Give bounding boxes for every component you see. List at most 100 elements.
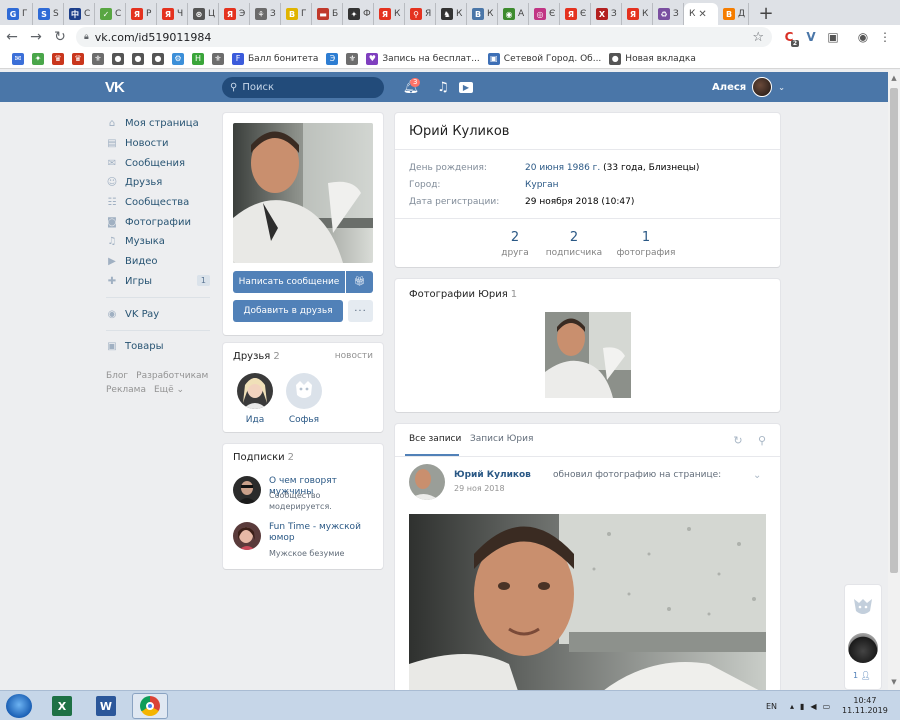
bookmark-item[interactable]: ✦ bbox=[28, 50, 48, 68]
send-message-button[interactable]: Написать сообщение bbox=[233, 271, 345, 293]
bookmark-item[interactable]: ♥ Запись на бесплат... bbox=[362, 50, 483, 68]
bookmark-item[interactable]: ● bbox=[148, 50, 168, 68]
browser-tab[interactable]: 中С bbox=[64, 3, 95, 25]
browser-tab[interactable]: ЯЭ bbox=[219, 3, 250, 25]
browser-tab[interactable]: ЯК bbox=[622, 3, 653, 25]
network-icon[interactable]: ▮ bbox=[800, 702, 804, 711]
bookmark-item[interactable]: ⚜ bbox=[208, 50, 228, 68]
footer-link-ads[interactable]: Реклама bbox=[106, 383, 146, 397]
sidebar-item[interactable]: ✉ Сообщения bbox=[106, 153, 212, 173]
browser-tab[interactable]: ◎ Є bbox=[529, 3, 560, 25]
sidebar-item[interactable]: ☺ Друзья bbox=[106, 173, 212, 193]
post-photo[interactable] bbox=[409, 514, 766, 692]
close-tab-icon[interactable]: ✕ bbox=[698, 9, 706, 20]
power-icon[interactable]: ▭ bbox=[823, 702, 831, 711]
subscriptions-header[interactable]: Подписки 2 bbox=[233, 452, 294, 463]
scroll-down-icon[interactable]: ▼ bbox=[888, 676, 900, 688]
forward-button[interactable]: → bbox=[24, 25, 48, 49]
refresh-icon[interactable]: ↻ bbox=[731, 433, 745, 447]
sidebar-item[interactable]: ⌂ Моя страница bbox=[106, 114, 212, 134]
footer-link-developers[interactable]: Разработчикам bbox=[136, 369, 208, 383]
browser-tab[interactable]: ЯЄ bbox=[560, 3, 591, 25]
tab-extension-icon[interactable]: ▣ bbox=[822, 26, 844, 48]
tray-expand-icon[interactable]: ▴ bbox=[790, 702, 794, 711]
sidebar-item-vkpay[interactable]: ◉ VK Pay bbox=[106, 304, 212, 324]
scrollbar-thumb[interactable] bbox=[890, 88, 898, 573]
browser-tab[interactable]: ✦ Ф bbox=[343, 3, 374, 25]
profile-icon[interactable]: ◉ bbox=[852, 26, 874, 48]
page-scrollbar[interactable]: ▲ ▼ bbox=[888, 70, 900, 690]
taskbar-chrome[interactable] bbox=[132, 693, 168, 719]
profile-photo[interactable] bbox=[233, 123, 373, 263]
search-input[interactable] bbox=[242, 82, 373, 93]
sidebar-item[interactable]: ☷ Сообщества bbox=[106, 193, 212, 213]
browser-tab[interactable]: XЗ bbox=[591, 3, 622, 25]
sidebar-item[interactable]: ◙ Фотографии bbox=[106, 212, 212, 232]
counter-photos[interactable]: 1 фотография bbox=[616, 230, 676, 258]
address-bar[interactable]: 🔒︎ vk.com/id519011984 ☆ bbox=[76, 27, 772, 47]
bookmark-item[interactable]: ⚜ bbox=[342, 50, 362, 68]
tab-all-posts[interactable]: Все записи bbox=[409, 434, 461, 444]
taskbar-excel[interactable]: X bbox=[44, 693, 80, 719]
bookmark-item[interactable]: ⚜ bbox=[88, 50, 108, 68]
browser-tab[interactable]: ЯЧ bbox=[157, 3, 188, 25]
bookmark-star-icon[interactable]: ☆ bbox=[752, 30, 764, 45]
volume-icon[interactable]: ◀︎ bbox=[810, 702, 816, 711]
vk-dog-icon[interactable] bbox=[851, 595, 875, 619]
more-actions-button[interactable]: ··· bbox=[348, 300, 373, 322]
photos-header[interactable]: Фотографии Юрия 1 bbox=[409, 289, 517, 300]
bookmark-item[interactable]: ♛ bbox=[48, 50, 68, 68]
extension-icon[interactable]: C2 bbox=[778, 26, 800, 48]
browser-tab[interactable]: ЯК bbox=[374, 3, 405, 25]
contact-avatar[interactable] bbox=[848, 633, 878, 663]
play-icon[interactable]: ▶ bbox=[458, 79, 474, 95]
city-link[interactable]: Курган bbox=[525, 180, 559, 190]
windows-start-icon[interactable] bbox=[6, 694, 32, 718]
sidebar-item[interactable]: ♫ Музыка bbox=[106, 232, 212, 252]
birthday-link[interactable]: 20 июня 1986 г. bbox=[525, 163, 600, 173]
friends-news-link[interactable]: новости bbox=[335, 351, 373, 361]
browser-tab[interactable]: ⊛ Ц bbox=[188, 3, 219, 25]
new-tab-button[interactable]: + bbox=[755, 2, 777, 24]
browser-tab[interactable]: ◉ А bbox=[498, 3, 529, 25]
language-indicator[interactable]: EN bbox=[766, 691, 777, 720]
tab-own-posts[interactable]: Записи Юрия bbox=[470, 434, 533, 444]
bookmark-item[interactable]: F Балл бонитета bbox=[228, 50, 322, 68]
bookmark-item[interactable]: ✉ bbox=[8, 50, 28, 68]
photo-thumbnail[interactable] bbox=[545, 312, 631, 398]
browser-tab[interactable]: ⚲ Я bbox=[405, 3, 436, 25]
browser-tab[interactable]: BД bbox=[718, 3, 749, 25]
footer-link-blog[interactable]: Блог bbox=[106, 369, 128, 383]
subscription-title[interactable]: Fun Time - мужской юмор bbox=[269, 522, 377, 544]
music-note-icon[interactable]: ♫ bbox=[435, 79, 451, 95]
vk-logo[interactable]: VK bbox=[105, 79, 129, 96]
post-author-avatar[interactable] bbox=[409, 464, 445, 500]
counter-followers[interactable]: 2 подписчика bbox=[544, 230, 604, 258]
sidebar-item[interactable]: ▶ Видео bbox=[106, 252, 212, 272]
friend-item[interactable]: Ида bbox=[230, 373, 280, 425]
browser-tab[interactable]: ▬ Б bbox=[312, 3, 343, 25]
browser-tab[interactable]: ВК bbox=[467, 3, 498, 25]
browser-tab[interactable]: ЯР bbox=[126, 3, 157, 25]
footer-link-more[interactable]: Ещё ⌄ bbox=[154, 383, 184, 397]
browser-tab[interactable]: ♻ З bbox=[653, 3, 684, 25]
sidebar-item-goods[interactable]: ▣ Товары bbox=[106, 337, 212, 357]
bookmark-item[interactable]: ● Новая вкладка bbox=[605, 50, 700, 68]
scroll-up-icon[interactable]: ▲ bbox=[888, 72, 900, 84]
taskbar-word[interactable]: W bbox=[88, 693, 124, 719]
bookmark-item[interactable]: ⚙ bbox=[168, 50, 188, 68]
back-button[interactable]: ← bbox=[0, 25, 24, 49]
browser-tab[interactable]: ⚘ З bbox=[250, 3, 281, 25]
browser-tab-active[interactable]: К ✕ bbox=[684, 3, 718, 25]
search-icon[interactable]: ⚲ bbox=[755, 433, 769, 447]
gift-button[interactable]: 🎁︎ bbox=[346, 271, 373, 293]
browser-tab[interactable]: BГ bbox=[281, 3, 312, 25]
vk-search[interactable]: ⚲ bbox=[222, 77, 384, 98]
friend-item[interactable]: Софья bbox=[279, 373, 329, 425]
menu-icon[interactable]: ⋮ bbox=[874, 26, 896, 48]
friends-header[interactable]: Друзья 2 bbox=[233, 351, 280, 362]
bookmark-item[interactable]: H bbox=[188, 50, 208, 68]
post-date[interactable]: 29 ноя 2018 bbox=[454, 484, 505, 493]
browser-tab[interactable]: GГ bbox=[2, 3, 33, 25]
chevron-down-icon[interactable]: ⌄ bbox=[753, 470, 761, 481]
